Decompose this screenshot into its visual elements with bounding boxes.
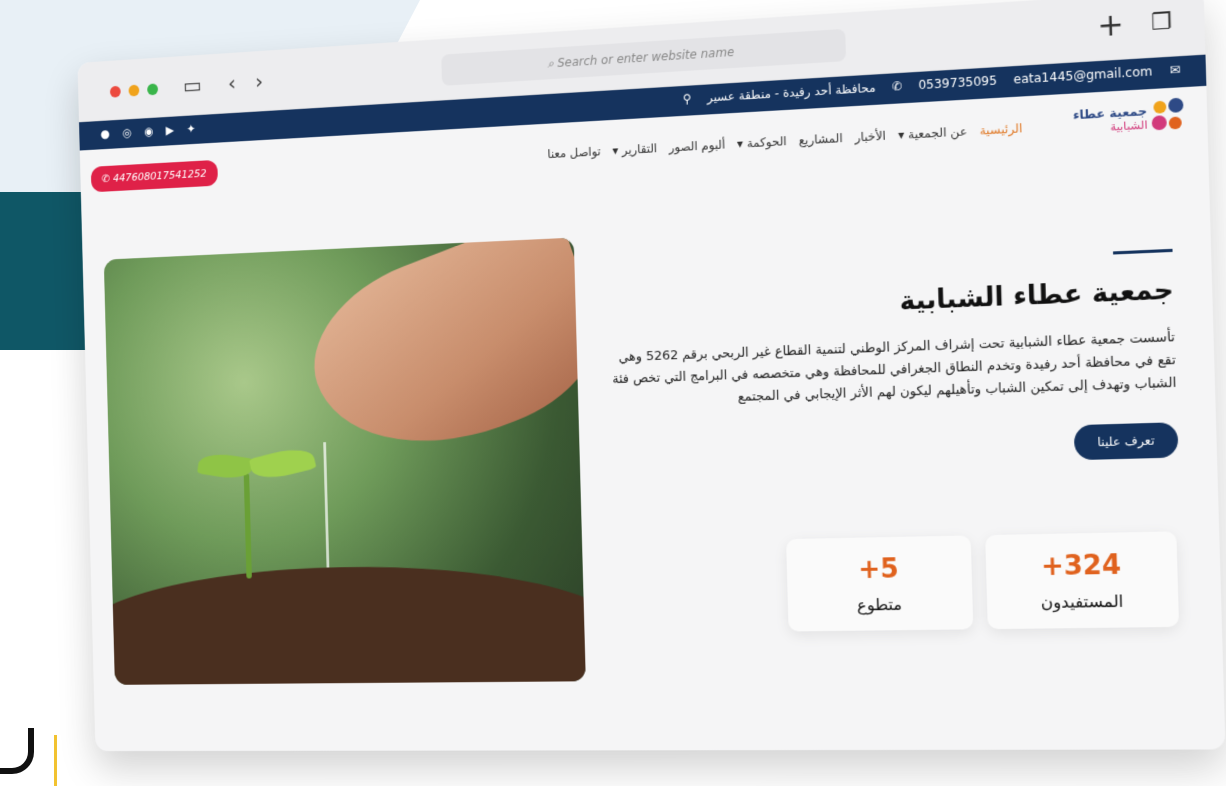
location-text: محافظة أحد رفيدة - منطقة عسير (706, 80, 876, 105)
social-links: ● ◎ ◉ ▶ ✦ (100, 122, 195, 141)
site-logo[interactable]: جمعية عطاء الشبابية (1073, 97, 1189, 141)
soil-mound (103, 562, 586, 685)
twitter-icon[interactable]: ✦ (186, 122, 195, 136)
water-stream (323, 442, 330, 568)
youtube-icon[interactable]: ▶ (166, 123, 175, 137)
address-placeholder: Search or enter website name (557, 44, 735, 70)
hero-title: جمعية عطاء الشبابية (898, 274, 1175, 317)
hero-content: جمعية عطاء الشبابية تأسست جمعية عطاء الش… (602, 199, 1179, 472)
phone-call-button[interactable]: ✆ 447608017541252 (90, 159, 218, 193)
snapchat-icon[interactable]: ● (100, 127, 110, 141)
stat-card-beneficiaries: +324 المستفيدون (985, 531, 1180, 630)
nav-menu: الرئيسية عن الجمعية ▾ الأخبار المشاريع ا… (547, 121, 1022, 161)
plus-icon[interactable]: + (1097, 7, 1125, 45)
stat-value: +5 (857, 553, 900, 585)
background-decoration (0, 728, 34, 774)
nav-item-projects[interactable]: المشاريع (798, 131, 842, 147)
nav-item-governance[interactable]: الحوكمة ▾ (737, 134, 787, 151)
email-icon: ✉ (1169, 62, 1181, 78)
minimize-window-button[interactable] (128, 84, 140, 97)
sprout-stem (243, 473, 252, 579)
nav-item-contact[interactable]: تواصل معنا (547, 144, 601, 161)
window-controls (109, 83, 159, 98)
user-phone-icon: ✆ (101, 172, 114, 186)
search-icon: ⌕ (547, 55, 558, 71)
title-accent-line (1113, 248, 1173, 255)
nav-item-news[interactable]: الأخبار (855, 129, 886, 145)
back-icon[interactable]: ‹ (228, 72, 237, 96)
nav-item-gallery[interactable]: ألبوم الصور (669, 137, 726, 154)
phone-button-label: 447608017541252 (112, 167, 207, 185)
nav-item-home[interactable]: الرئيسية (979, 121, 1022, 138)
address-bar[interactable]: ⌕ Search or enter website name (441, 28, 847, 86)
sprout-leaf (248, 443, 317, 484)
stat-label: متطوع (856, 594, 903, 615)
hero-image (103, 237, 586, 685)
phone-text[interactable]: 0539735095 (918, 73, 997, 92)
background-accent-line (54, 735, 57, 786)
forward-icon[interactable]: › (255, 70, 264, 94)
logo-mark-icon (1151, 97, 1188, 136)
hero-description: تأسست جمعية عطاء الشبابية تحت إشراف المر… (612, 329, 1177, 405)
browser-window: ▭ ‹ › ⌕ Search or enter website name + ❐… (77, 0, 1226, 752)
whatsapp-icon[interactable]: ◉ (144, 124, 154, 138)
email-text[interactable]: eata1445@gmail.com (1013, 64, 1152, 87)
close-window-button[interactable] (109, 85, 121, 98)
nav-item-about[interactable]: عن الجمعية ▾ (898, 124, 968, 142)
stat-card-volunteers: +5 متطوع (786, 535, 974, 632)
location-icon: ⚲ (682, 91, 692, 106)
nav-item-reports[interactable]: التقارير ▾ (612, 141, 657, 157)
instagram-icon[interactable]: ◎ (122, 126, 132, 140)
sidebar-toggle-icon[interactable]: ▭ (183, 74, 202, 99)
phone-icon: ✆ (891, 78, 903, 94)
stat-label: المستفيدون (1040, 590, 1124, 612)
hand-illustration (292, 237, 586, 482)
stats-row: +324 المستفيدون +5 متطوع (786, 531, 1180, 632)
stat-value: +324 (1040, 549, 1122, 582)
maximize-window-button[interactable] (147, 83, 159, 96)
tabs-icon[interactable]: ❐ (1151, 9, 1173, 41)
learn-more-button[interactable]: تعرف علينا (1073, 422, 1179, 461)
